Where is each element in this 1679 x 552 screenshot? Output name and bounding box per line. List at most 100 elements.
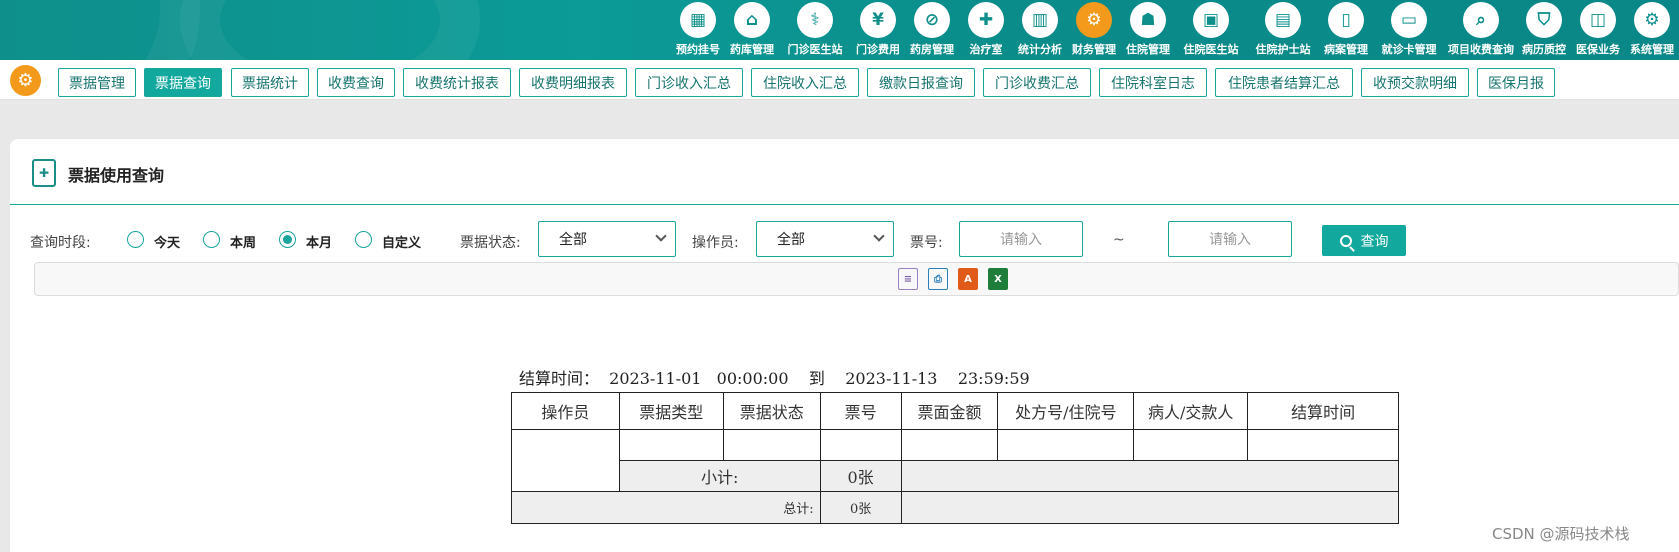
report-caption: 结算时间： 2023-11-01 00:00:00 到 2023-11-13 2… (519, 369, 1030, 388)
table-row (511, 429, 1399, 492)
radio-week[interactable] (203, 231, 220, 248)
total-row: 总计: 0张 (511, 491, 1400, 524)
nav-item-12[interactable]: ▭ 就诊卡管理 (1373, 0, 1445, 60)
nav-item-7[interactable]: ⚙ 财务管理 (1067, 0, 1121, 60)
report-toolbar: ≡ ⎙ A X (34, 262, 1679, 296)
settings-icon: ⚙ (1634, 2, 1670, 38)
operator-value: 全部 (777, 232, 805, 248)
nav-label: 住院管理 (1126, 43, 1170, 56)
radio-custom[interactable] (355, 231, 372, 248)
nav-item-10[interactable]: ▤ 住院护士站 (1247, 0, 1319, 60)
yen-icon: ¥ (860, 2, 896, 38)
tab-5[interactable]: 收费明细报表 (519, 68, 627, 97)
finance-gear-icon[interactable]: ⚙ (10, 65, 41, 96)
period-label: 查询时段: (30, 235, 91, 251)
nav-item-16[interactable]: ⚙ 系统管理 (1625, 0, 1679, 60)
nav-item-14[interactable]: ⛉ 病历质控 (1517, 0, 1571, 60)
nav-item-0[interactable]: ▦ 预约挂号 (671, 0, 725, 60)
nav-label: 就诊卡管理 (1381, 43, 1437, 56)
nav-item-6[interactable]: ▥ 统计分析 (1013, 0, 1067, 60)
operator-select[interactable]: 全部 (756, 221, 894, 257)
chart-icon: ▥ (1022, 2, 1058, 38)
doctor-icon: ⚕ (797, 2, 833, 38)
pdf-export-icon[interactable]: A (958, 268, 978, 290)
nav-label: 项目收费查询 (1448, 43, 1514, 56)
nav-item-9[interactable]: ▣ 住院医生站 (1175, 0, 1247, 60)
table-cell (1133, 429, 1249, 461)
nav-item-15[interactable]: ◫ 医保业务 (1571, 0, 1625, 60)
tab-0[interactable]: 票据管理 (58, 68, 136, 97)
ticket-to-input[interactable]: 请输入 (1168, 221, 1292, 257)
tab-1[interactable]: 票据查询 (144, 68, 222, 97)
top-nav: ▦ 预约挂号 ⌂ 药库管理 ⚕ 门诊医生站 ¥ 门诊费用 ⊘ 药房管理 ✚ 治疗室 ▥ 统计分析 ⚙ 财务管理… (671, 0, 1679, 60)
search-button-label: 查询 (1360, 233, 1389, 250)
tab-10[interactable]: 住院科室日志 (1099, 68, 1207, 97)
range-separator: ~ (1113, 232, 1125, 248)
nav-item-1[interactable]: ⌂ 药库管理 (725, 0, 779, 60)
column-header: 处方号/住院号 (997, 392, 1135, 430)
tab-8[interactable]: 缴款日报查询 (867, 68, 975, 97)
nurse-card-icon: ▤ (1265, 2, 1301, 38)
radio-label: 本周 (230, 236, 257, 251)
column-header: 票据类型 (618, 392, 724, 430)
nav-item-4[interactable]: ⊘ 药房管理 (905, 0, 959, 60)
tab-3[interactable]: 收费查询 (317, 68, 395, 97)
radio-label: 今天 (154, 236, 181, 251)
ticket-no-label: 票号: (910, 235, 943, 251)
tab-2[interactable]: 票据统计 (231, 68, 309, 97)
tab-4[interactable]: 收费统计报表 (403, 68, 511, 97)
nav-label: 药库管理 (730, 43, 774, 56)
nav-label: 治疗室 (969, 43, 1003, 56)
table-cell (1247, 429, 1399, 461)
nav-item-11[interactable]: ▯ 病案管理 (1319, 0, 1373, 60)
status-label: 票据状态: (460, 235, 521, 251)
search-button[interactable]: 查询 (1322, 225, 1406, 256)
column-header: 病人/交款人 (1133, 392, 1249, 430)
print-icon[interactable]: ⎙ (928, 268, 948, 290)
tab-9[interactable]: 门诊收费汇总 (983, 68, 1091, 97)
status-select[interactable]: 全部 (538, 221, 676, 257)
table-cell (900, 491, 1400, 524)
top-banner: ▦ 预约挂号 ⌂ 药库管理 ⚕ 门诊医生站 ¥ 门诊费用 ⊘ 药房管理 ✚ 治疗室 ▥ 统计分析 ⚙ 财务管理… (0, 0, 1679, 60)
nav-label: 门诊费用 (856, 43, 900, 56)
nav-item-5[interactable]: ✚ 治疗室 (959, 0, 1013, 60)
document-icon: ✚ (32, 159, 56, 187)
tab-12[interactable]: 收预交款明细 (1361, 68, 1469, 97)
subtotal-value: 0张 (819, 460, 902, 492)
excel-export-icon[interactable]: X (988, 268, 1008, 290)
column-header: 票据状态 (722, 392, 821, 430)
subtotal-row: 小计: 0张 (512, 460, 1400, 492)
total-value: 0张 (819, 491, 902, 524)
page-title: 票据使用查询 (68, 166, 165, 185)
calendar-icon: ▦ (680, 2, 716, 38)
preview-icon[interactable]: ≡ (898, 268, 918, 290)
radio-today[interactable] (127, 231, 144, 248)
tab-11[interactable]: 住院患者结算汇总 (1215, 68, 1353, 97)
nav-label: 预约挂号 (676, 43, 720, 56)
table-cell (900, 429, 999, 461)
tab-13[interactable]: 医保月报 (1477, 68, 1555, 97)
table-cell (997, 429, 1135, 461)
nav-label: 统计分析 (1018, 43, 1062, 56)
table-cell (511, 429, 620, 492)
column-header: 结算时间 (1247, 392, 1399, 430)
folder-icon: ▯ (1328, 2, 1364, 38)
insurance-icon: ◫ (1580, 2, 1616, 38)
bed-icon: ☗ (1130, 2, 1166, 38)
tab-7[interactable]: 住院收入汇总 (751, 68, 859, 97)
search-doc-icon: ⌕ (1463, 2, 1499, 38)
nav-label: 病案管理 (1324, 43, 1368, 56)
ticket-from-input[interactable]: 请输入 (959, 221, 1083, 257)
radio-month[interactable] (279, 231, 296, 248)
nav-item-2[interactable]: ⚕ 门诊医生站 (779, 0, 851, 60)
search-icon (1339, 234, 1352, 247)
nav-item-13[interactable]: ⌕ 项目收费查询 (1445, 0, 1517, 60)
nav-item-3[interactable]: ¥ 门诊费用 (851, 0, 905, 60)
watermark: CSDN @源码技术栈 (1492, 525, 1630, 543)
nav-label: 系统管理 (1630, 43, 1674, 56)
chevron-down-icon (655, 230, 667, 242)
table-cell (819, 429, 902, 461)
nav-label: 病历质控 (1522, 43, 1566, 56)
nav-item-8[interactable]: ☗ 住院管理 (1121, 0, 1175, 60)
tab-6[interactable]: 门诊收入汇总 (635, 68, 743, 97)
